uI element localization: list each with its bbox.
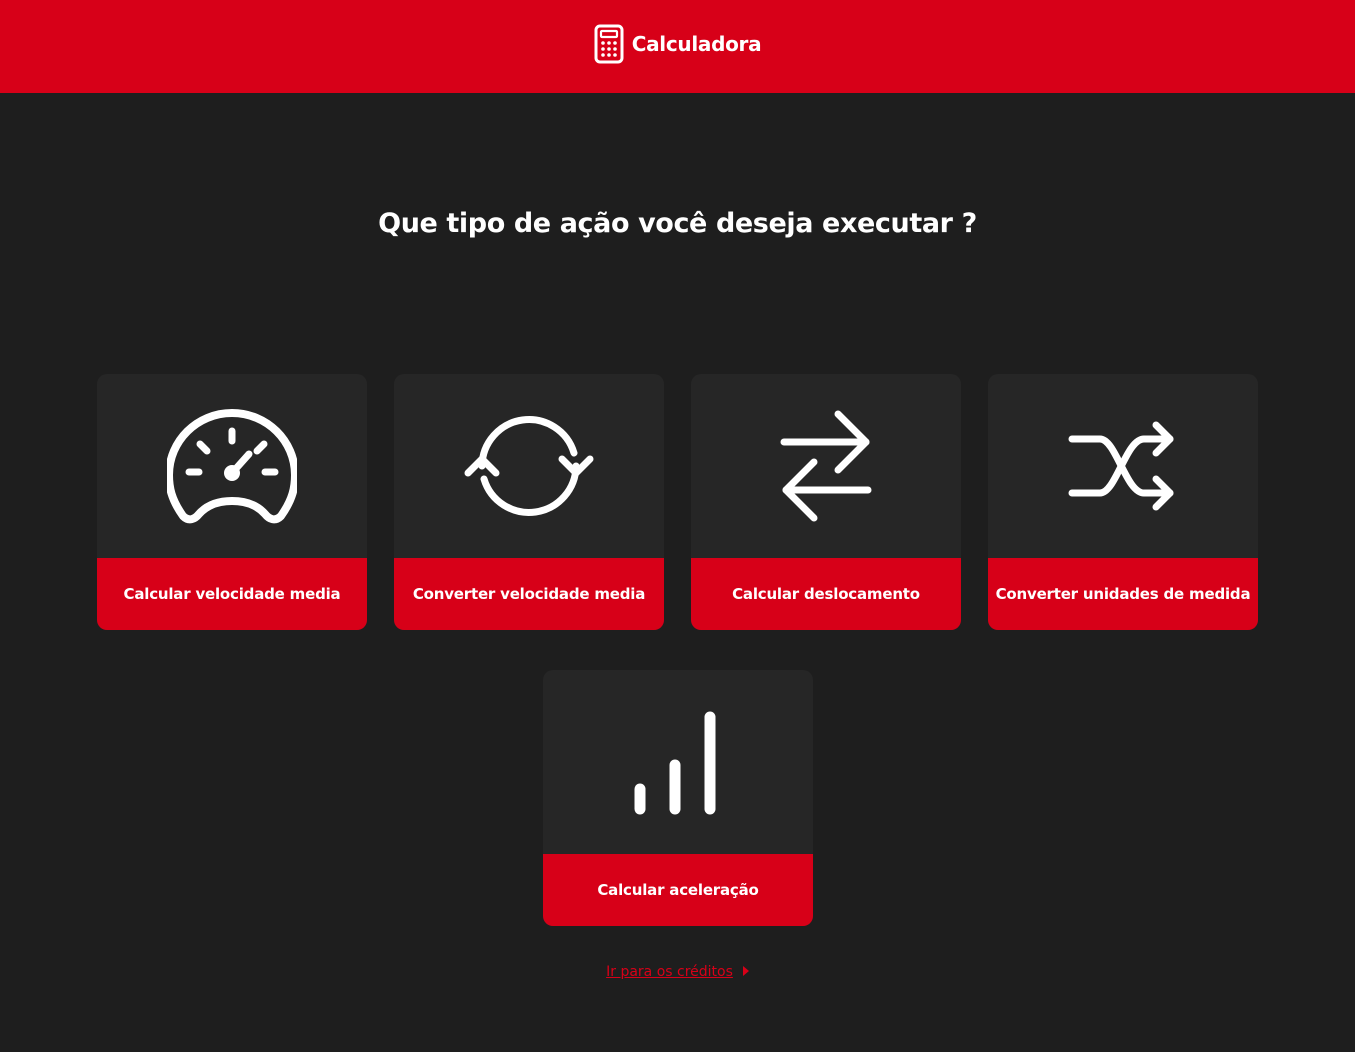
- card-calcular-deslocamento[interactable]: Calcular deslocamento: [691, 374, 961, 630]
- card-label: Converter velocidade media: [394, 558, 664, 630]
- card-converter-unidades-de-medida[interactable]: Converter unidades de medida: [988, 374, 1258, 630]
- card-icon-area: [97, 374, 367, 558]
- card-icon-area: [543, 670, 813, 854]
- page-question: Que tipo de ação você deseja executar ?: [378, 208, 977, 239]
- caret-right-icon: [742, 966, 749, 976]
- card-label: Converter unidades de medida: [988, 558, 1258, 630]
- refresh-icon: [464, 416, 594, 516]
- card-calcular-aceleracao[interactable]: Calcular aceleração: [543, 670, 813, 926]
- card-label: Calcular deslocamento: [691, 558, 961, 630]
- calculator-icon: [594, 24, 624, 63]
- card-converter-velocidade-media[interactable]: Converter velocidade media: [394, 374, 664, 630]
- card-label: Calcular velocidade media: [97, 558, 367, 630]
- app-title: Calculadora: [631, 31, 762, 56]
- signal-bars-icon: [634, 711, 716, 815]
- card-label: Calcular aceleração: [543, 854, 813, 926]
- speedometer-icon: [167, 408, 297, 523]
- card-icon-area: [691, 374, 961, 558]
- swap-arrows-icon: [780, 410, 872, 522]
- card-icon-area: [394, 374, 664, 558]
- card-icon-area: [988, 374, 1258, 558]
- credits-link[interactable]: Ir para os créditos: [606, 964, 733, 980]
- credits-link-row: Ir para os créditos: [0, 964, 1355, 980]
- app-header: Calculadora: [0, 0, 1355, 93]
- brand: Calculadora: [594, 24, 762, 64]
- shuffle-icon: [1068, 421, 1173, 511]
- card-calcular-velocidade-media[interactable]: Calcular velocidade media: [97, 374, 367, 630]
